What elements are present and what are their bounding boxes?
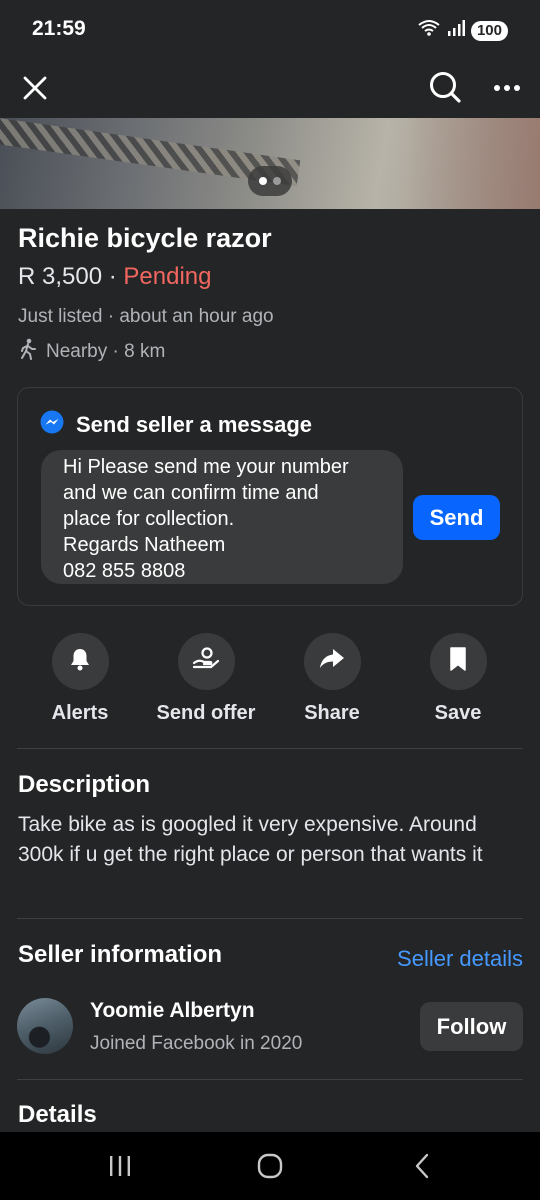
status-icons: 100 (417, 18, 508, 43)
nearby-row: Nearby · 8 km (18, 338, 165, 366)
pager-dot (273, 177, 281, 185)
send-offer-label: Send offer (156, 702, 256, 724)
signal-icon (447, 19, 465, 42)
listed-time: Just listed · about an hour ago (18, 306, 274, 327)
divider (17, 748, 523, 749)
status-time: 21:59 (32, 17, 86, 40)
save-label: Save (434, 702, 482, 724)
pager-dot-active (259, 177, 267, 185)
seller-info-title: Seller information (18, 941, 223, 968)
alerts-circle (51, 633, 109, 690)
home-icon[interactable] (250, 1146, 290, 1186)
bookmark-icon (448, 646, 468, 677)
message-input[interactable]: Hi Please send me your number and we can… (41, 450, 403, 584)
status-pending: Pending (123, 263, 212, 290)
action-row: Alerts Send offer Share Save (17, 633, 523, 733)
save-circle (429, 633, 487, 690)
offer-icon (191, 646, 221, 677)
walking-icon (18, 338, 38, 366)
photo-shade (400, 118, 540, 209)
back-icon[interactable] (402, 1146, 442, 1186)
details-title: Details (18, 1101, 97, 1128)
nearby-text: Nearby · 8 km (46, 341, 166, 362)
bell-icon (67, 646, 93, 677)
price-separator: · (102, 263, 124, 290)
divider (17, 918, 523, 919)
send-offer-button[interactable]: Send offer (143, 633, 269, 725)
message-header-text: Send seller a message (76, 411, 313, 437)
more-icon[interactable] (488, 66, 526, 110)
top-bar (0, 58, 540, 118)
avatar[interactable] (17, 998, 73, 1054)
divider (17, 1079, 523, 1080)
wifi-icon (417, 18, 441, 43)
send-offer-circle (177, 633, 235, 690)
description-text: Take bike as is googled it very expensiv… (18, 813, 483, 866)
photo-pager (248, 166, 292, 196)
save-button[interactable]: Save (395, 633, 521, 725)
seller-joined: Joined Facebook in 2020 (90, 1033, 303, 1054)
close-icon[interactable] (18, 66, 52, 110)
system-nav-bar (0, 1132, 540, 1200)
messenger-icon (40, 410, 64, 439)
listing-price: R 3,500 (18, 263, 103, 290)
share-button[interactable]: Share (269, 633, 395, 725)
seller-name[interactable]: Yoomie Albertyn (90, 999, 255, 1023)
message-header: Send seller a message (40, 410, 312, 439)
battery-icon: 100 (470, 20, 508, 41)
recents-icon[interactable] (100, 1146, 140, 1186)
listing-title: Richie bicycle razor (18, 223, 272, 253)
message-card: Send seller a message Hi Please send me … (17, 387, 523, 606)
alerts-button[interactable]: Alerts (17, 633, 143, 725)
status-bar: 21:59 100 (0, 0, 540, 58)
search-icon[interactable] (425, 64, 465, 110)
share-circle (303, 633, 361, 690)
alerts-label: Alerts (51, 702, 109, 724)
description-title: Description (18, 771, 151, 798)
share-label: Share (304, 702, 360, 724)
seller-details-link[interactable]: Seller details (397, 946, 523, 972)
price-line: R 3,500 · Pending (18, 263, 211, 291)
share-icon (318, 647, 346, 676)
follow-button[interactable]: Follow (420, 1002, 523, 1051)
send-button[interactable]: Send (413, 495, 500, 540)
